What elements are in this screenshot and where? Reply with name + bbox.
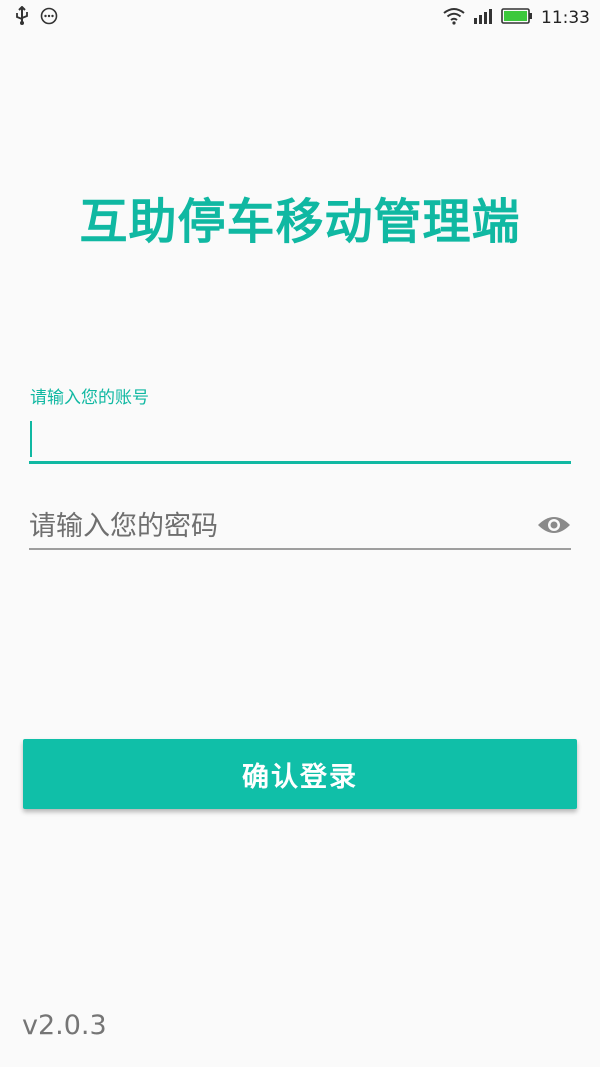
login-button[interactable]: 确认登录 bbox=[23, 739, 577, 809]
version-label: v2.0.3 bbox=[22, 1010, 107, 1041]
usb-icon bbox=[14, 5, 30, 30]
account-label: 请输入您的账号 bbox=[30, 388, 149, 408]
app-title: 互助停车移动管理端 bbox=[79, 194, 521, 250]
account-field[interactable] bbox=[29, 420, 571, 464]
account-input[interactable] bbox=[37, 420, 561, 462]
status-left-icons bbox=[14, 5, 58, 30]
status-time: 11:33 bbox=[541, 8, 590, 28]
signal-icon bbox=[473, 8, 493, 28]
battery-icon bbox=[501, 8, 533, 28]
status-right-icons: 11:33 bbox=[443, 6, 590, 30]
password-field[interactable] bbox=[29, 502, 571, 550]
password-input[interactable] bbox=[29, 506, 519, 546]
eye-icon[interactable] bbox=[537, 512, 571, 538]
message-icon bbox=[40, 7, 58, 29]
text-cursor bbox=[30, 421, 32, 457]
status-bar: 11:33 bbox=[0, 0, 600, 36]
wifi-icon bbox=[443, 7, 465, 29]
